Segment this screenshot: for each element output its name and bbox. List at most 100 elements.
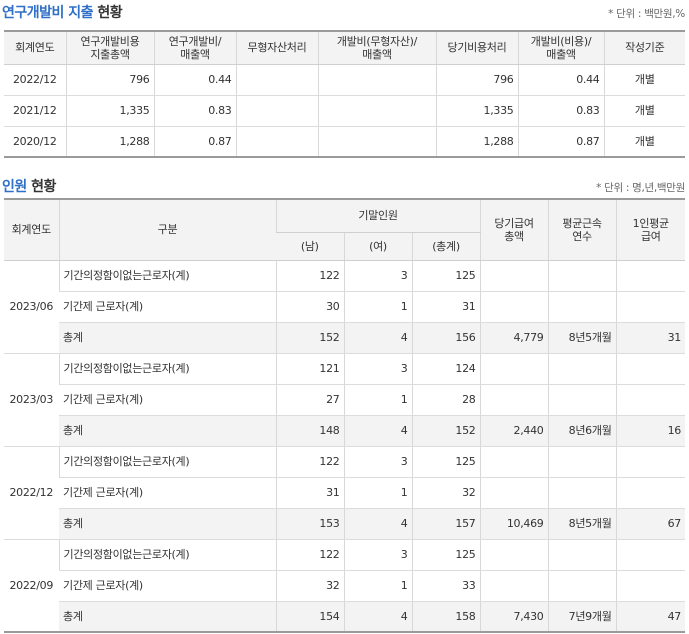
rnd-basis: 개별 [603, 64, 685, 96]
staff-male: 152 [275, 322, 344, 354]
staff-category: 기간제 근로자(계) [59, 570, 276, 602]
staff-col-tenure: 평균근속 연수 [547, 199, 617, 261]
staff-tenure [547, 353, 617, 385]
table-row: 기간제 근로자(계) 27 1 28 [4, 384, 686, 416]
staff-tenure: 8년6개월 [547, 415, 617, 447]
staff-section-title: 인원 현황 [2, 179, 56, 195]
rnd-col-expense: 당기비용처리 [435, 31, 518, 65]
rnd-intangible-ratio [317, 126, 436, 158]
staff-male: 122 [275, 446, 344, 478]
rnd-intangible [235, 95, 318, 127]
staff-category: 기간의정함이없는근로자(계) [58, 353, 276, 385]
rnd-col-ratio: 연구개발비/매출액 [153, 31, 236, 65]
table-row: 총계 148 4 152 2,440 8년6개월 16 [4, 415, 686, 447]
staff-category: 기간의정함이없는근로자(계) [58, 260, 276, 292]
staff-total: 31 [411, 291, 481, 323]
rnd-ratio: 0.44 [153, 64, 236, 96]
staff-female: 4 [343, 322, 412, 354]
staff-tenure [547, 260, 617, 292]
staff-salary [479, 570, 549, 602]
staff-salary [479, 291, 549, 323]
rnd-intangible [235, 64, 318, 96]
staff-avg-salary: 31 [615, 322, 686, 354]
staff-total: 28 [411, 384, 481, 416]
staff-male: 153 [275, 508, 344, 540]
staff-avg-salary: 67 [615, 508, 686, 540]
staff-male: 27 [275, 384, 344, 416]
rnd-expense: 796 [435, 64, 518, 96]
staff-total: 124 [411, 353, 481, 385]
staff-male: 148 [275, 415, 344, 447]
rnd-expense: 1,335 [435, 95, 518, 127]
staff-tenure: 8년5개월 [547, 322, 617, 354]
table-row: 2022/12 기간의정함이없는근로자(계) 122 3 125 [4, 446, 686, 540]
rnd-total: 796 [65, 64, 154, 96]
staff-year: 2023/06 [4, 260, 59, 354]
staff-female: 1 [343, 477, 412, 509]
rnd-ratio: 0.83 [153, 95, 236, 127]
staff-avg-salary [615, 260, 686, 292]
staff-avg-salary [615, 384, 686, 416]
staff-year: 2023/03 [4, 353, 59, 447]
staff-female: 4 [343, 415, 412, 447]
staff-section-header: 인원 현황 * 단위 : 명,년,백만원 [0, 174, 689, 195]
staff-salary [479, 477, 549, 509]
table-row: 총계 153 4 157 10,469 8년5개월 67 [4, 508, 686, 540]
rnd-basis: 개별 [603, 126, 685, 158]
staff-avg-salary: 16 [615, 415, 686, 447]
staff-avg-salary: 47 [615, 601, 686, 633]
staff-table-body: 2023/06 기간의정함이없는근로자(계) 122 3 125 기간제 근로자(계) 30… [4, 260, 686, 633]
rnd-total: 1,335 [65, 95, 154, 127]
rnd-basis: 개별 [603, 95, 685, 127]
staff-category: 기간의정함이없는근로자(계) [58, 446, 276, 478]
staff-col-female: (여) [343, 232, 412, 261]
staff-col-avg-salary: 1인평균 급여 [615, 199, 686, 261]
rnd-year: 2022/12 [4, 64, 66, 96]
table-row: 2022/12 796 0.44 796 0.44 개별 [4, 64, 685, 96]
rnd-year: 2021/12 [4, 95, 66, 127]
table-row: 2023/03 기간의정함이없는근로자(계) 121 3 124 [4, 353, 686, 447]
rnd-intangible-ratio [317, 95, 436, 127]
staff-year: 2022/09 [4, 539, 59, 633]
staff-total: 152 [411, 415, 481, 447]
table-row: 총계 154 4 158 7,430 7년9개월 47 [4, 601, 686, 633]
staff-col-salary: 당기급여 총액 [479, 199, 549, 261]
staff-tenure [547, 570, 617, 602]
staff-total: 125 [411, 260, 481, 292]
staff-female: 1 [343, 570, 412, 602]
table-row: 2021/12 1,335 0.83 1,335 0.83 개별 [4, 95, 685, 127]
staff-salary: 7,430 [479, 601, 549, 633]
staff-male: 30 [275, 291, 344, 323]
staff-avg-salary [615, 570, 686, 602]
staff-male: 122 [275, 260, 344, 292]
staff-col-headcount: 기말인원 [275, 199, 481, 233]
staff-category: 총계 [59, 601, 276, 633]
staff-female: 3 [343, 353, 412, 385]
rnd-col-expense-ratio: 개발비(비용)/매출액 [517, 31, 604, 65]
rnd-header-row: 회계연도 연구개발비용 지출총액 연구개발비/매출액 무형자산처리 개발비(무형자… [4, 31, 685, 65]
rnd-col-intangible-ratio: 개발비(무형자산)/매출액 [317, 31, 436, 65]
table-row: 2023/06 기간의정함이없는근로자(계) 122 3 125 [4, 260, 686, 354]
staff-category: 기간제 근로자(계) [59, 477, 276, 509]
table-row: 총계 152 4 156 4,779 8년5개월 31 [4, 322, 686, 354]
staff-female: 3 [343, 260, 412, 292]
staff-total: 158 [411, 601, 481, 633]
staff-male: 154 [275, 601, 344, 633]
rnd-col-total: 연구개발비용 지출총액 [65, 31, 154, 65]
staff-header-row-1: 회계연도 구분 기말인원 당기급여 총액 평균근속 연수 1인평균 급여 [4, 199, 686, 261]
rnd-col-fiscal-year: 회계연도 [4, 31, 66, 65]
staff-male: 122 [275, 539, 344, 571]
staff-col-total: (총계) [411, 232, 481, 261]
table-row: 기간제 근로자(계) 30 1 31 [4, 291, 686, 323]
staff-male: 31 [275, 477, 344, 509]
staff-salary [479, 446, 549, 478]
staff-total: 33 [411, 570, 481, 602]
staff-total: 156 [411, 322, 481, 354]
rnd-intangible-ratio [317, 64, 436, 96]
staff-category: 총계 [59, 508, 276, 540]
staff-tenure [547, 446, 617, 478]
staff-salary [479, 384, 549, 416]
staff-category: 기간제 근로자(계) [59, 291, 276, 323]
staff-avg-salary [615, 446, 686, 478]
staff-tenure [547, 384, 617, 416]
